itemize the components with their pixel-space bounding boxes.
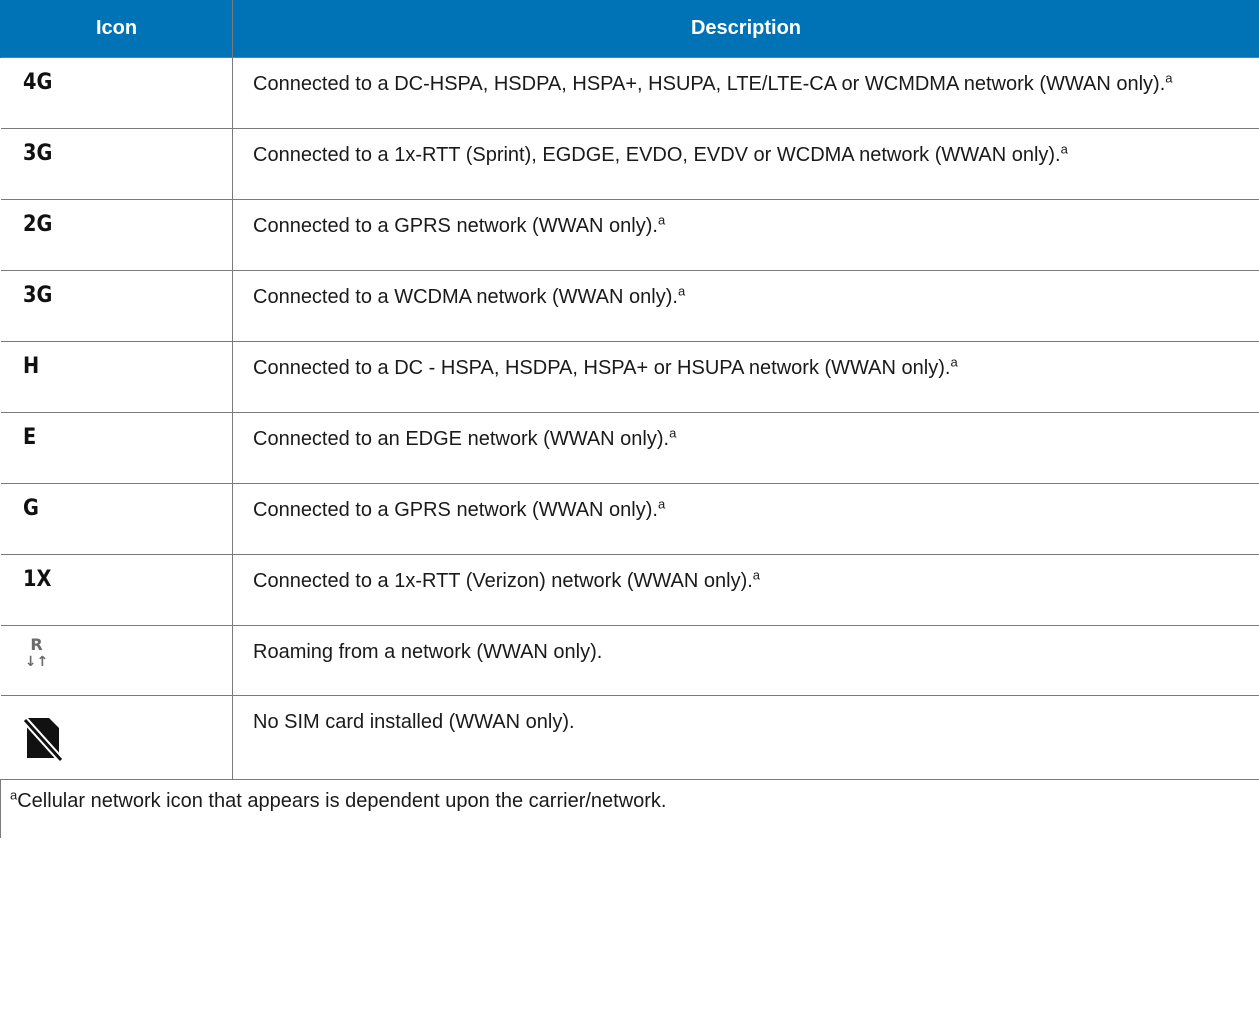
table-row: G Connected to a GPRS network (WWAN only…	[0, 482, 1259, 555]
footnote-marker: a	[657, 495, 666, 511]
row-description: Roaming from a network (WWAN only).	[253, 640, 603, 663]
footnote-text: Cellular network icon that appears is de…	[17, 789, 667, 812]
row-description: No SIM card installed (WWAN only).	[253, 710, 575, 733]
row-description: Connected to a GPRS network (WWAN only).	[253, 498, 658, 521]
footnote-marker: a	[1060, 140, 1068, 156]
footnote-marker: a	[677, 282, 686, 298]
footnote-marker: a	[657, 211, 666, 227]
table-row: 1X Connected to a 1x-RTT (Verizon) netwo…	[0, 553, 1259, 626]
row-description: Connected to a DC - HSPA, HSDPA, HSPA+ o…	[253, 356, 951, 379]
row-description: Connected to a 1x-RTT (Verizon) network …	[253, 569, 753, 592]
footnote-marker: a	[752, 566, 761, 582]
table-row: 4G Connected to a DC-HSPA, HSDPA, HSPA+,…	[0, 56, 1259, 129]
gprs-network-icon: G	[22, 495, 39, 521]
table-row: 2G Connected to a GPRS network (WWAN onl…	[0, 198, 1259, 271]
3g-network-icon: 3G	[22, 282, 52, 308]
1x-network-icon: 1X	[22, 566, 51, 592]
roaming-r-glyph: R	[30, 634, 43, 654]
row-description: Connected to a DC-HSPA, HSDPA, HSPA+, HS…	[253, 72, 1166, 95]
table-row: 3G Connected to a WCDMA network (WWAN on…	[0, 269, 1259, 342]
network-icons-table: Icon Description 4G Connected to a DC-HS…	[0, 0, 1259, 838]
table-row: R ↓↑ Roaming from a network (WWAN only).	[0, 624, 1259, 696]
edge-network-icon: E	[22, 424, 36, 450]
row-description: Connected to a 1x-RTT (Sprint), EGDGE, E…	[253, 143, 1061, 166]
row-description: Connected to a GPRS network (WWAN only).	[253, 214, 658, 237]
row-description: Connected to a WCDMA network (WWAN only)…	[253, 285, 678, 308]
table-row: No SIM card installed (WWAN only).	[0, 694, 1259, 780]
description-column-header: Description	[232, 0, 1259, 57]
roaming-icon: R ↓↑	[23, 634, 51, 670]
footnote-marker: a	[950, 353, 958, 369]
3g-network-icon: 3G	[22, 140, 52, 166]
table-row: H Connected to a DC - HSPA, HSDPA, HSPA+…	[0, 340, 1259, 413]
4g-network-icon: 4G	[22, 69, 52, 95]
table-header-row: Icon Description	[0, 0, 1259, 57]
footnote-marker: a	[669, 424, 677, 440]
h-network-icon: H	[22, 353, 39, 379]
footnote-marker: a	[1165, 69, 1173, 85]
no-sim-icon	[21, 717, 64, 762]
2g-network-icon: 2G	[22, 211, 52, 237]
icon-column-header: Icon	[0, 0, 233, 57]
table-row: 3G Connected to a 1x-RTT (Sprint), EGDGE…	[0, 127, 1259, 200]
table-row: E Connected to an EDGE network (WWAN onl…	[0, 411, 1259, 484]
roaming-arrows-glyph: ↓↑	[24, 653, 49, 670]
footnote-row: aCellular network icon that appears is d…	[0, 778, 1259, 838]
row-description: Connected to an EDGE network (WWAN only)…	[253, 427, 670, 450]
